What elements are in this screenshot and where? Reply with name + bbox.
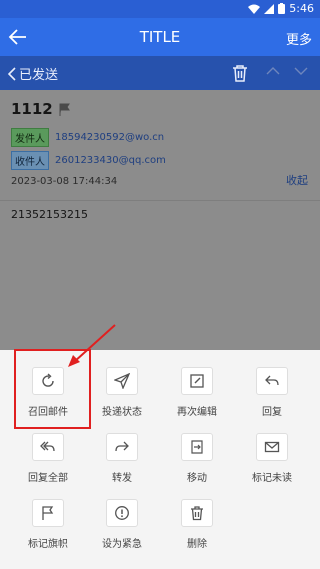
- from-tag: 发件人: [11, 128, 49, 147]
- delete-button[interactable]: 删除: [157, 482, 237, 550]
- urgent-icon: [115, 506, 129, 520]
- edit-icon: [190, 374, 204, 388]
- trash-icon[interactable]: [232, 64, 248, 82]
- action-label: 设为紧急: [102, 539, 142, 550]
- send-status-icon: [114, 373, 130, 389]
- action-label: 标记未读: [252, 473, 292, 484]
- action-label: 标记旗帜: [28, 539, 68, 550]
- more-button[interactable]: 更多: [286, 29, 312, 48]
- move-icon: [191, 440, 203, 454]
- action-label: 删除: [187, 539, 207, 550]
- battery-icon: [278, 3, 286, 14]
- reply-all-icon: [40, 441, 55, 452]
- forward-icon: [115, 441, 129, 452]
- chevron-down-icon[interactable]: [294, 66, 308, 76]
- to-tag: 收件人: [11, 151, 49, 170]
- status-icons: 5:46: [248, 2, 314, 15]
- reply-button[interactable]: 回复: [232, 350, 312, 418]
- from-row: 发件人 18594230592@wo.cn: [11, 128, 164, 147]
- page-title: TITLE: [139, 28, 181, 46]
- chevron-up-icon[interactable]: [266, 66, 280, 76]
- move-button[interactable]: 移动: [157, 416, 237, 484]
- delete-icon: [191, 506, 203, 521]
- wifi-icon: [248, 4, 261, 14]
- from-address[interactable]: 18594230592@wo.cn: [55, 132, 164, 143]
- mail-toolbar: 已发送: [0, 56, 320, 90]
- chevron-left-icon: [8, 66, 16, 81]
- mark-unread-button[interactable]: 标记未读: [232, 416, 312, 484]
- reply-icon: [265, 375, 279, 386]
- collapse-link[interactable]: 收起: [286, 172, 308, 188]
- subject-text: 1112: [11, 100, 53, 118]
- forward-button[interactable]: 转发: [82, 416, 162, 484]
- set-urgent-button[interactable]: 设为紧急: [82, 482, 162, 550]
- to-address[interactable]: 2601233430@qq.com: [55, 155, 166, 166]
- to-row: 收件人 2601233430@qq.com: [11, 151, 166, 170]
- edit-again-button[interactable]: 再次编辑: [157, 350, 237, 418]
- flag-icon: [42, 506, 54, 520]
- mark-unread-icon: [264, 441, 280, 453]
- flag-outline-icon: [59, 103, 70, 116]
- email-subject: 1112: [11, 100, 71, 118]
- email-detail: 1112 发件人 18594230592@wo.cn 收件人 260123343…: [0, 90, 320, 350]
- divider: [0, 200, 320, 201]
- email-body: 21352153215: [11, 208, 88, 221]
- title-bar: TITLE 更多: [0, 18, 320, 56]
- status-bar: 5:46: [0, 0, 320, 18]
- email-datetime: 2023-03-08 17:44:34: [11, 176, 118, 187]
- folder-label: 已发送: [19, 68, 59, 83]
- status-time: 5:46: [289, 2, 314, 15]
- signal-icon: [264, 3, 275, 14]
- mark-flag-button[interactable]: 标记旗帜: [8, 482, 88, 550]
- back-to-sent-button[interactable]: 已发送: [8, 64, 58, 83]
- annotation-arrow-icon: [68, 324, 116, 367]
